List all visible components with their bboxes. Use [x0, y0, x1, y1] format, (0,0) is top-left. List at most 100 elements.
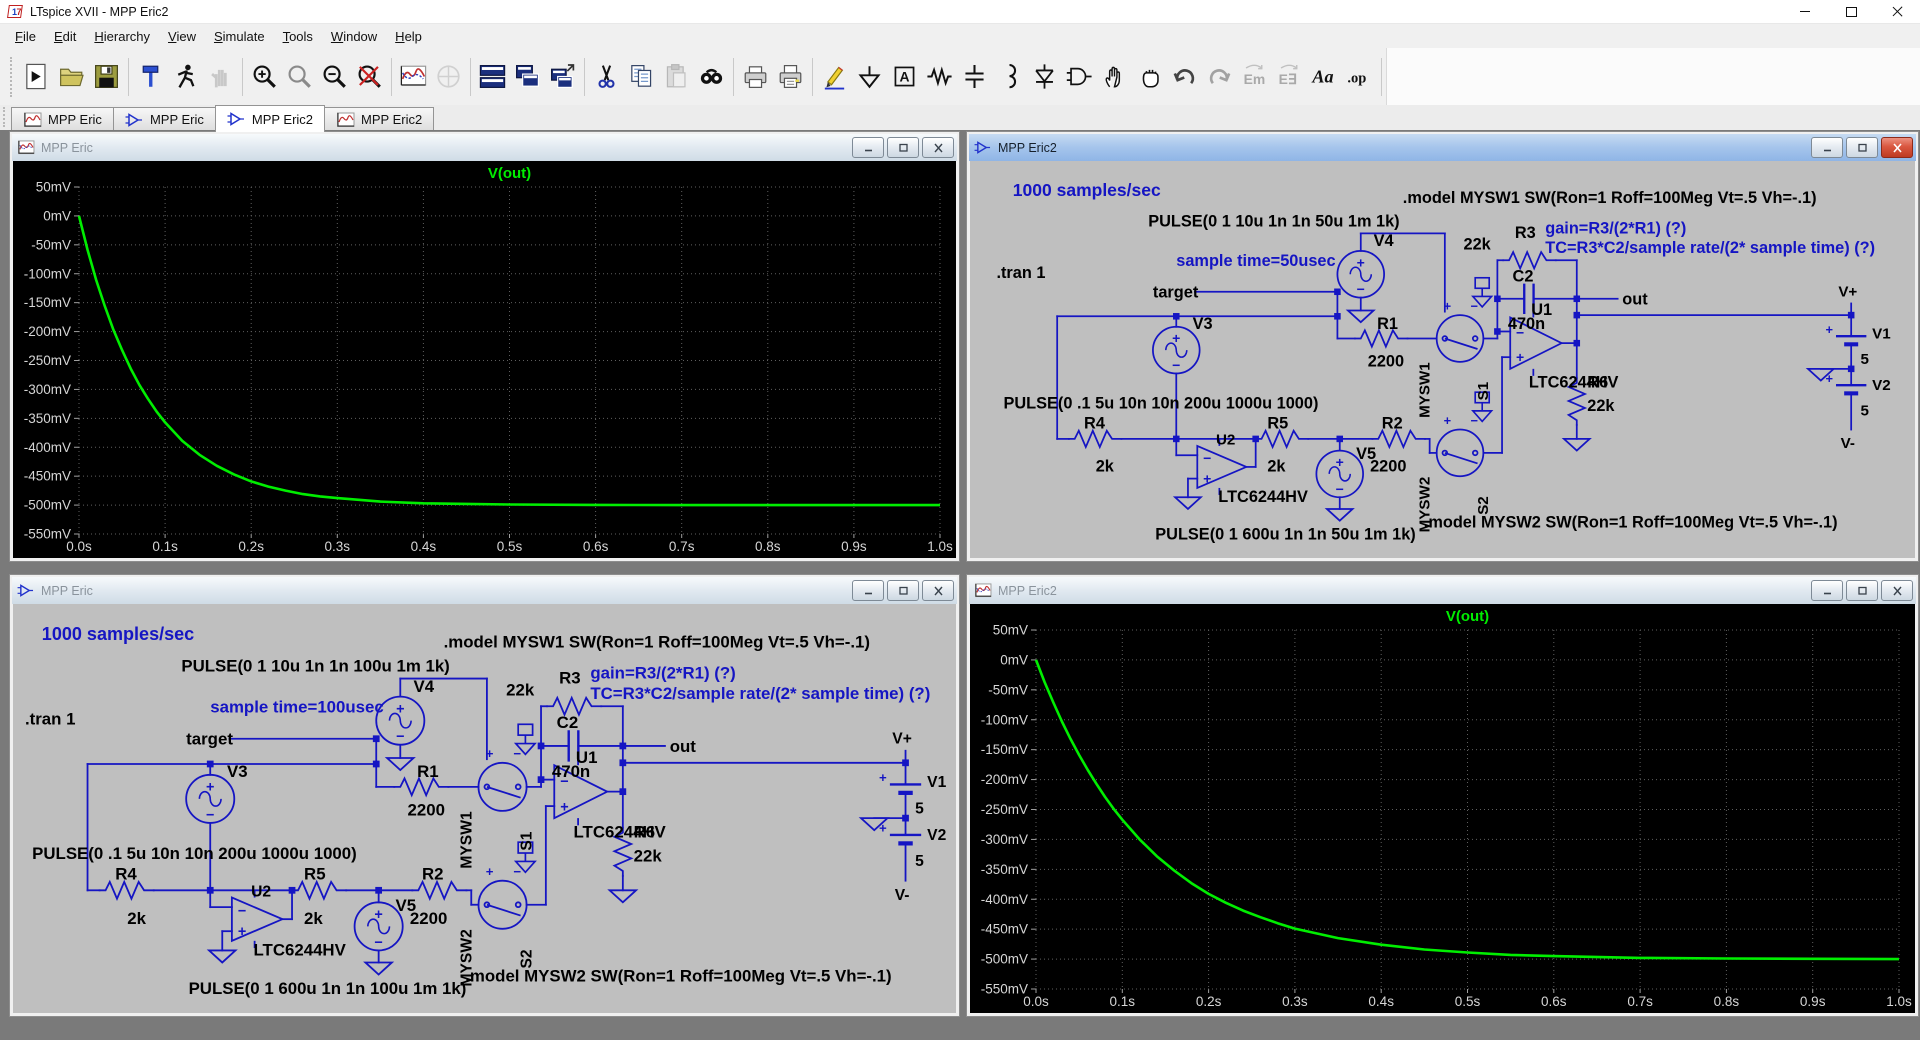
cut-button[interactable] [589, 55, 624, 99]
schematic-label-v4[interactable]: V4 [414, 677, 435, 696]
schematic-label-target[interactable]: target [186, 730, 233, 749]
schematic-label-r1_val[interactable]: 2200 [1368, 353, 1404, 371]
net-label-button[interactable]: A [887, 55, 922, 99]
schematic-label-out[interactable]: out [1622, 291, 1648, 309]
schematic-label-u2[interactable]: U2 [1216, 432, 1235, 449]
tab-mpp-eric2-3[interactable]: MPP Eric2 [324, 107, 434, 131]
schematic-label-r4[interactable]: R4 [115, 864, 137, 883]
schematic-label-sample_time[interactable]: sample time=100usec [210, 697, 384, 716]
schematic-label-r3[interactable]: R3 [559, 668, 581, 687]
schematic-label-r5_val[interactable]: 2k [304, 909, 323, 928]
new-window-button[interactable] [545, 55, 580, 99]
undo-button[interactable] [1167, 55, 1202, 99]
window-top-left-titlebar[interactable]: MPP Eric [12, 134, 957, 161]
schematic-label-c2[interactable]: C2 [557, 713, 579, 732]
drag-button[interactable] [1132, 55, 1167, 99]
schematic-label-pulse_v3[interactable]: PULSE(0 .1 5u 10n 10n 200u 1000u 1000) [32, 844, 357, 863]
move-button[interactable] [1097, 55, 1132, 99]
schematic-label-r1_val[interactable]: 2200 [408, 801, 445, 820]
window-maximize-button[interactable] [887, 137, 919, 158]
capacitor-button[interactable] [957, 55, 992, 99]
component-button[interactable] [1062, 55, 1097, 99]
schematic-label-model2[interactable]: .model MYSW2 SW(Ron=1 Roff=100Meg Vt=.5 … [465, 967, 891, 986]
tab-mpp-eric-1[interactable]: MPP Eric [113, 107, 216, 131]
schematic-label-samples[interactable]: 1000 samples/sec [1013, 180, 1161, 200]
window-close-button[interactable] [922, 580, 954, 601]
schematic-label-u2[interactable]: U2 [251, 883, 271, 900]
schematic-label-tc[interactable]: TC=R3*C2/sample rate/(2* sample time) (?… [1545, 239, 1875, 257]
schematic-label-sample_time[interactable]: sample time=50usec [1176, 252, 1335, 270]
schematic-label-s2[interactable]: S2 [518, 949, 535, 968]
diode-button[interactable] [1027, 55, 1062, 99]
schematic-label-r6[interactable]: R6 [1587, 374, 1608, 392]
menu-item-view[interactable]: View [159, 26, 205, 47]
schematic-label-tran[interactable]: .tran 1 [25, 709, 76, 728]
title-bar[interactable]: 1 7 LTspice XVII - MPP Eric2 [0, 0, 1920, 24]
menu-item-edit[interactable]: Edit [45, 26, 85, 47]
schematic-canvas[interactable]: +−+−+−+−+−−+−+++1000 samples/secPULSE(0 … [970, 161, 1915, 558]
new-schematic-button[interactable] [19, 55, 54, 99]
schematic-label-pulse_v5[interactable]: PULSE(0 1 600u 1n 1n 100u 1m 1k) [189, 979, 467, 998]
schematic-label-r2[interactable]: R2 [1382, 414, 1403, 432]
window-minimize-button[interactable] [852, 580, 884, 601]
schematic-label-r5_val[interactable]: 2k [1267, 458, 1286, 476]
schematic-label-r2[interactable]: R2 [422, 864, 444, 883]
schematic-label-s1[interactable]: S1 [518, 831, 535, 850]
schematic-label-target[interactable]: target [1153, 284, 1199, 302]
window-maximize-button[interactable] [1846, 580, 1878, 601]
window-bottom-right-titlebar[interactable]: MPP Eric2 [969, 577, 1916, 604]
app-close-button[interactable] [1874, 0, 1920, 23]
schematic-label-r3_val[interactable]: 22k [506, 680, 535, 699]
ground-button[interactable] [852, 55, 887, 99]
schematic-label-v2[interactable]: V2 [927, 827, 946, 844]
schematic-label-r4_val[interactable]: 2k [127, 909, 146, 928]
schematic-label-v3[interactable]: V3 [227, 762, 248, 781]
schematic-label-vplus[interactable]: V+ [1838, 283, 1857, 300]
schematic-label-vplus[interactable]: V+ [892, 731, 912, 748]
menu-item-hierarchy[interactable]: Hierarchy [85, 26, 159, 47]
window-top-right-titlebar[interactable]: MPP Eric2 [969, 134, 1916, 161]
schematic-label-v2_val[interactable]: 5 [1861, 403, 1869, 420]
window-close-button[interactable] [922, 137, 954, 158]
app-maximize-button[interactable] [1828, 0, 1874, 23]
schematic-label-r6_val[interactable]: 22k [1587, 397, 1615, 415]
schematic-label-r3[interactable]: R3 [1515, 224, 1536, 242]
save-button[interactable] [89, 55, 124, 99]
schematic-label-tran[interactable]: .tran 1 [996, 264, 1045, 282]
menu-item-window[interactable]: Window [322, 26, 386, 47]
app-minimize-button[interactable] [1782, 0, 1828, 23]
schematic-label-v1[interactable]: V1 [1872, 325, 1891, 342]
schematic-label-pulse_v4[interactable]: PULSE(0 1 10u 1n 1n 100u 1m 1k) [181, 656, 449, 675]
inductor-button[interactable] [992, 55, 1027, 99]
spice-directive-button[interactable]: .op [1342, 55, 1377, 99]
copy-button[interactable] [624, 55, 659, 99]
menu-item-file[interactable]: File [6, 26, 45, 47]
schematic-label-v4[interactable]: V4 [1374, 232, 1394, 250]
schematic-label-model2[interactable]: .model MYSW2 SW(Ron=1 Roff=100Meg Vt=.5 … [1424, 514, 1838, 532]
cascade-windows-button[interactable] [510, 55, 545, 99]
schematic-label-model1[interactable]: .model MYSW1 SW(Ron=1 Roff=100Meg Vt=.5 … [444, 632, 870, 651]
window-maximize-button[interactable] [887, 580, 919, 601]
schematic-label-r5[interactable]: R5 [304, 864, 326, 883]
schematic-label-mysw1[interactable]: MYSW1 [458, 811, 475, 869]
window-maximize-button[interactable] [1846, 137, 1878, 158]
schematic-label-out[interactable]: out [670, 737, 697, 756]
window-minimize-button[interactable] [852, 137, 884, 158]
plot-canvas[interactable]: 0.0s0.1s0.2s0.3s0.4s0.5s0.6s0.7s0.8s0.9s… [13, 161, 956, 558]
schematic-label-v1[interactable]: V1 [927, 774, 946, 791]
tab-mpp-eric2-2[interactable]: MPP Eric2 [215, 105, 325, 132]
control-panel-button[interactable] [133, 55, 168, 99]
schematic-label-r1[interactable]: R1 [417, 762, 439, 781]
schematic-label-gain[interactable]: gain=R3/(2*R1) (?) [590, 664, 735, 683]
draw-wire-button[interactable] [817, 55, 852, 99]
window-minimize-button[interactable] [1811, 580, 1843, 601]
schematic-label-v3[interactable]: V3 [1193, 315, 1213, 333]
schematic-canvas[interactable]: +−+−+−+−+−−+−+++1000 samples/secPULSE(0 … [13, 604, 956, 1013]
window-close-button[interactable] [1881, 580, 1913, 601]
schematic-label-samples[interactable]: 1000 samples/sec [42, 624, 194, 644]
window-close-button[interactable] [1881, 137, 1913, 158]
schematic-label-r4[interactable]: R4 [1084, 414, 1105, 432]
trace-label[interactable]: V(out) [488, 165, 531, 182]
schematic-label-r6_val[interactable]: 22k [634, 846, 663, 865]
schematic-label-pulse_v5[interactable]: PULSE(0 1 600u 1n 1n 50u 1m 1k) [1155, 525, 1415, 543]
